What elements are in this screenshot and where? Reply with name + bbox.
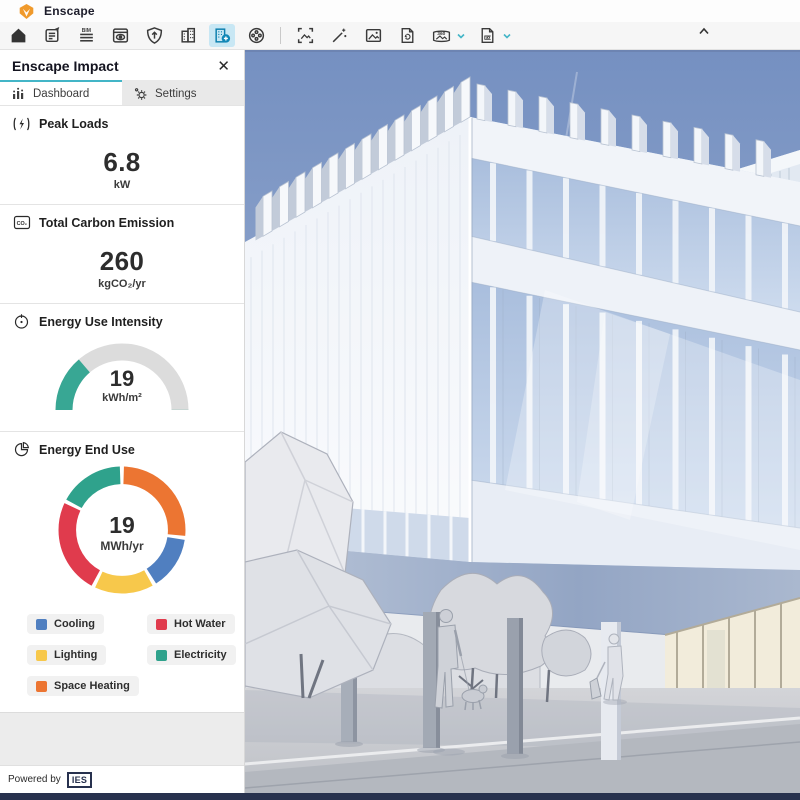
main-area: Enscape Impact ✕ Dashboard Settings [0, 50, 800, 793]
buildings-icon [179, 26, 198, 45]
toolbar-divider [280, 27, 281, 44]
dashboard-chart-icon [11, 87, 26, 100]
screenshot-frame-icon [296, 26, 315, 45]
pie-chart-icon [12, 441, 31, 458]
legend-item-cooling[interactable]: Cooling [27, 614, 104, 634]
impact-building-plus-icon [213, 26, 232, 45]
film-reel-icon [247, 26, 266, 45]
ies-logo: IES [67, 772, 92, 788]
svg-text:BIM: BIM [81, 28, 90, 34]
gears-icon [133, 87, 148, 100]
co2-icon: CO₂ [12, 214, 31, 231]
collapse-toolbar-chevron-icon[interactable] [696, 25, 712, 37]
carbon-title: Total Carbon Emission [39, 216, 174, 230]
carbon-unit: kgCO₂/yr [12, 278, 232, 290]
title-bar: Enscape [0, 0, 800, 22]
enscape-impact-panel: Enscape Impact ✕ Dashboard Settings [0, 50, 245, 793]
eui-gauge: 19 kWh/m² [12, 336, 232, 418]
eui-unit: kWh/m² [12, 392, 232, 404]
end-use-legend: Cooling Hot Water Lighting Electricity S… [27, 614, 232, 696]
feedback-button[interactable] [39, 24, 65, 47]
window-eye-icon [111, 26, 130, 45]
shield-arrow-icon [145, 26, 164, 45]
eui-value: 19 [12, 366, 232, 392]
cooling-swatch [36, 619, 47, 630]
image-icon [364, 26, 383, 45]
style-assistant-button[interactable] [326, 24, 352, 47]
svg-text:EXE: EXE [484, 36, 492, 40]
eui-target-icon [12, 313, 31, 330]
export-dropdown-chevron-icon[interactable] [502, 32, 512, 40]
render-right-facade [470, 117, 800, 570]
legend-item-lighting[interactable]: Lighting [27, 645, 106, 665]
batch-render-button[interactable] [394, 24, 420, 47]
end-use-title: Energy End Use [39, 443, 135, 457]
legend-item-electricity[interactable]: Electricity [147, 645, 236, 665]
feedback-document-icon [43, 26, 62, 45]
eui-title: Energy Use Intensity [39, 315, 163, 329]
magic-wand-icon [330, 26, 349, 45]
peak-loads-title: Peak Loads [39, 117, 108, 131]
panorama-360-icon: 360 [431, 26, 452, 45]
section-energy-use-intensity: Energy Use Intensity 19 kWh/m² [0, 303, 244, 431]
end-use-donut: 19 MWh/yr [12, 466, 232, 598]
video-editor-button[interactable] [243, 24, 269, 47]
panel-tabs: Dashboard Settings [0, 80, 244, 105]
peak-loads-icon [12, 115, 31, 132]
panorama-360-button[interactable]: 360 [428, 24, 454, 47]
panel-empty-area [0, 712, 244, 765]
peak-loads-value: 6.8 [12, 147, 232, 178]
exe-document-icon: EXE [478, 26, 497, 45]
render-viewport[interactable] [245, 50, 800, 793]
panel-footer: Powered by IES [0, 765, 244, 793]
panorama-dropdown-chevron-icon[interactable] [456, 32, 466, 40]
screenshot-button[interactable] [292, 24, 318, 47]
tab-dashboard[interactable]: Dashboard [0, 80, 122, 105]
home-button[interactable] [5, 24, 31, 47]
safe-mode-button[interactable] [141, 24, 167, 47]
asset-library-button[interactable] [175, 24, 201, 47]
section-carbon-emission: CO₂ Total Carbon Emission 260 kgCO₂/yr [0, 204, 244, 303]
building-render [245, 50, 800, 793]
legend-item-hot-water[interactable]: Hot Water [147, 614, 235, 634]
peak-loads-unit: kW [12, 179, 232, 191]
close-panel-button[interactable]: ✕ [215, 59, 232, 74]
space-heating-swatch [36, 681, 47, 692]
enscape-window: Enscape BIM [0, 0, 800, 800]
window-bottom-edge [0, 793, 800, 800]
electricity-swatch [156, 650, 167, 661]
impact-dashboard-button[interactable] [209, 24, 235, 47]
export-standalone-button[interactable]: EXE [474, 24, 500, 47]
end-use-value: 19 [12, 512, 232, 539]
section-energy-end-use: Energy End Use 19 MWh/yr Cooling Hot Wat… [0, 431, 244, 702]
panel-header: Enscape Impact ✕ [0, 50, 244, 80]
carbon-value: 260 [12, 246, 232, 277]
lighting-swatch [36, 650, 47, 661]
tab-settings[interactable]: Settings [122, 80, 244, 105]
powered-by-label: Powered by [8, 774, 61, 785]
hot-water-swatch [156, 619, 167, 630]
bim-list-icon: BIM [77, 26, 96, 45]
toolbar: BIM 360 [0, 22, 800, 50]
end-use-unit: MWh/yr [12, 539, 232, 553]
svg-text:CO₂: CO₂ [16, 221, 27, 227]
legend-item-space-heating[interactable]: Space Heating [27, 676, 139, 696]
app-name: Enscape [44, 4, 95, 18]
render-document-icon [398, 26, 417, 45]
home-icon [9, 26, 28, 45]
svg-text:360: 360 [437, 31, 445, 37]
section-peak-loads: Peak Loads 6.8 kW [0, 105, 244, 204]
visual-settings-button[interactable] [107, 24, 133, 47]
bim-settings-button[interactable]: BIM [73, 24, 99, 47]
enscape-logo-icon [18, 3, 35, 20]
panel-title: Enscape Impact [12, 58, 119, 74]
render-image-button[interactable] [360, 24, 386, 47]
